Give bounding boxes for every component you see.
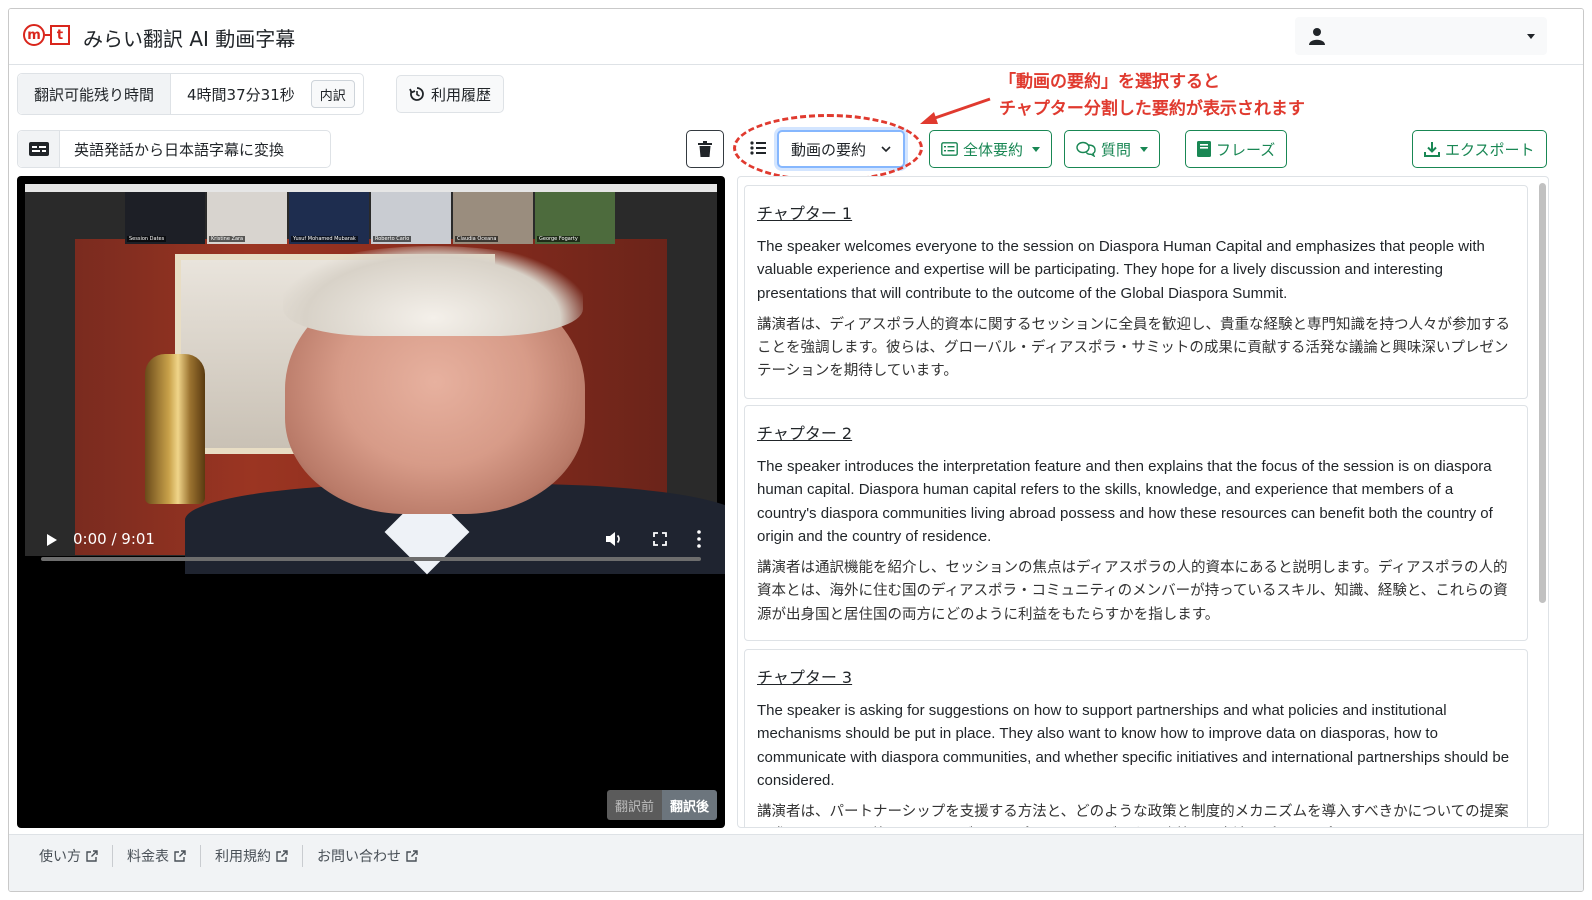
external-link-icon [86,850,98,862]
history-icon [409,87,424,101]
footer-links: 使い方 料金表 利用規約 お問い合わせ [25,845,432,867]
translation-toggle[interactable]: 翻訳前 翻訳後 [606,790,717,820]
participant-thumbnail: Claudia Oceana [453,192,533,244]
footer-link-usage[interactable]: 使い方 [25,845,113,867]
phrase-label: フレーズ [1216,140,1276,159]
chat-icon [1076,141,1096,157]
caret-down-icon [1140,146,1149,152]
mode-indicator: 英語発話から日本語字幕に変換 [17,130,331,168]
app-logo[interactable]: m t [23,24,70,46]
summary-scrollbar[interactable] [1539,183,1546,603]
chevron-down-icon [1527,34,1535,39]
fullscreen-icon[interactable] [653,532,667,546]
external-link-icon [174,850,186,862]
summary-list-icon [941,142,958,156]
play-icon[interactable] [47,534,57,546]
chapter-summary-en: The speaker introduces the interpretatio… [757,458,1493,545]
logo-m-icon: m [23,24,45,46]
quota-value: 4時間37分31秒 [187,85,295,104]
chapter-card: チャプター 2 The speaker introduces the inter… [744,405,1528,641]
export-label: エクスポート [1445,140,1535,159]
volume-icon[interactable] [605,530,623,548]
annotation-text: 「動画の要約」を選択すると チャプター分割した要約が表示されます [999,69,1305,123]
full-summary-label: 全体要約 [963,140,1024,159]
footer-link-pricing[interactable]: 料金表 [113,845,201,867]
toggle-before-translation[interactable]: 翻訳前 [606,790,662,820]
user-menu-dropdown[interactable] [1295,17,1547,55]
annotation-line-2: チャプター分割した要約が表示されます [999,99,1305,119]
chapter-summary-ja: 講演者は、パートナーシップを支援する方法と、どのような政策と制度的メカニズムを導… [757,804,1509,821]
footer-link-terms[interactable]: 利用規約 [201,845,303,867]
question-button[interactable]: 質問 [1064,130,1161,168]
chapter-card: チャプター 1 The speaker welcomes everyone to… [744,185,1528,399]
chapter-summary-en: The speaker is asking for suggestions on… [757,702,1510,789]
more-options-icon[interactable] [697,530,701,548]
participant-thumbnail: Roberto Carlo [371,192,451,244]
chapter-summary-en: The speaker welcomes everyone to the ses… [757,238,1485,302]
caret-down-icon [1032,146,1041,152]
participant-thumbnails: Session Dates Kristine Zara Yusuf Mohame… [125,192,617,244]
participant-thumbnail: Kristine Zara [207,192,287,244]
delete-button[interactable] [686,130,724,168]
chapter-card: チャプター 3 The speaker is asking for sugges… [744,649,1528,827]
annotation-line-1: 「動画の要約」を選択すると [999,72,1220,92]
question-label: 質問 [1101,140,1132,159]
export-button[interactable]: エクスポート [1412,130,1547,168]
participant-thumbnail: George Fogarty [535,192,615,244]
logo-t-icon: t [50,25,70,45]
phrase-button[interactable]: フレーズ [1185,130,1288,168]
trash-icon [698,141,712,157]
chapter-title[interactable]: チャプター 1 [757,200,1515,224]
app-window: m t みらい翻訳 AI 動画字幕 翻訳可能残り時間 4時間37分31秒 内訳 … [8,8,1584,892]
video-player[interactable]: Session Dates Kristine Zara Yusuf Mohame… [17,176,725,828]
participant-thumbnail: Yusuf Mohamed Mubarak [289,192,369,244]
subtitle-card-icon [18,131,60,167]
chapter-summary-ja: 講演者は、ディアスポラ人的資本に関するセッションに全員を歓迎し、貴重な経験と専門… [757,316,1510,380]
video-controls: 0:00 / 9:01 [25,520,717,560]
meeting-titlebar [25,184,717,192]
video-progress-bar[interactable] [41,557,701,561]
external-link-icon [276,850,288,862]
app-header: m t みらい翻訳 AI 動画字幕 [9,9,1583,65]
footer-link-contact[interactable]: お問い合わせ [303,845,432,867]
history-button[interactable]: 利用履歴 [396,75,505,113]
mode-label: 英語発話から日本語字幕に変換 [74,140,285,159]
annotation-highlight-oval [733,114,923,182]
quota-label: 翻訳可能残り時間 [18,74,172,114]
video-time: 0:00 / 9:01 [73,530,155,548]
full-summary-button[interactable]: 全体要約 [929,130,1053,168]
chapter-summary-ja: 講演者は通訳機能を紹介し、セッションの焦点はディアスポラの人的資本にあると説明し… [757,560,1508,623]
video-frame: Session Dates Kristine Zara Yusuf Mohame… [25,184,725,575]
download-icon [1424,142,1440,157]
book-icon [1197,141,1211,157]
annotation-arrow-icon [920,97,991,124]
chapter-title[interactable]: チャプター 3 [757,664,1515,688]
toggle-after-translation[interactable]: 翻訳後 [661,790,717,820]
chapter-title[interactable]: チャプター 2 [757,420,1515,444]
quota-breakdown-button[interactable]: 内訳 [310,80,355,108]
history-label: 利用履歴 [431,85,492,104]
app-title: みらい翻訳 AI 動画字幕 [83,27,296,51]
user-icon [1309,28,1325,45]
quota-group: 翻訳可能残り時間 4時間37分31秒 内訳 [17,73,364,115]
external-link-icon [406,850,418,862]
app-footer: 使い方 料金表 利用規約 お問い合わせ [9,834,1583,891]
chapter-summary-panel[interactable]: チャプター 1 The speaker welcomes everyone to… [737,176,1549,828]
participant-thumbnail: Session Dates [125,192,205,244]
